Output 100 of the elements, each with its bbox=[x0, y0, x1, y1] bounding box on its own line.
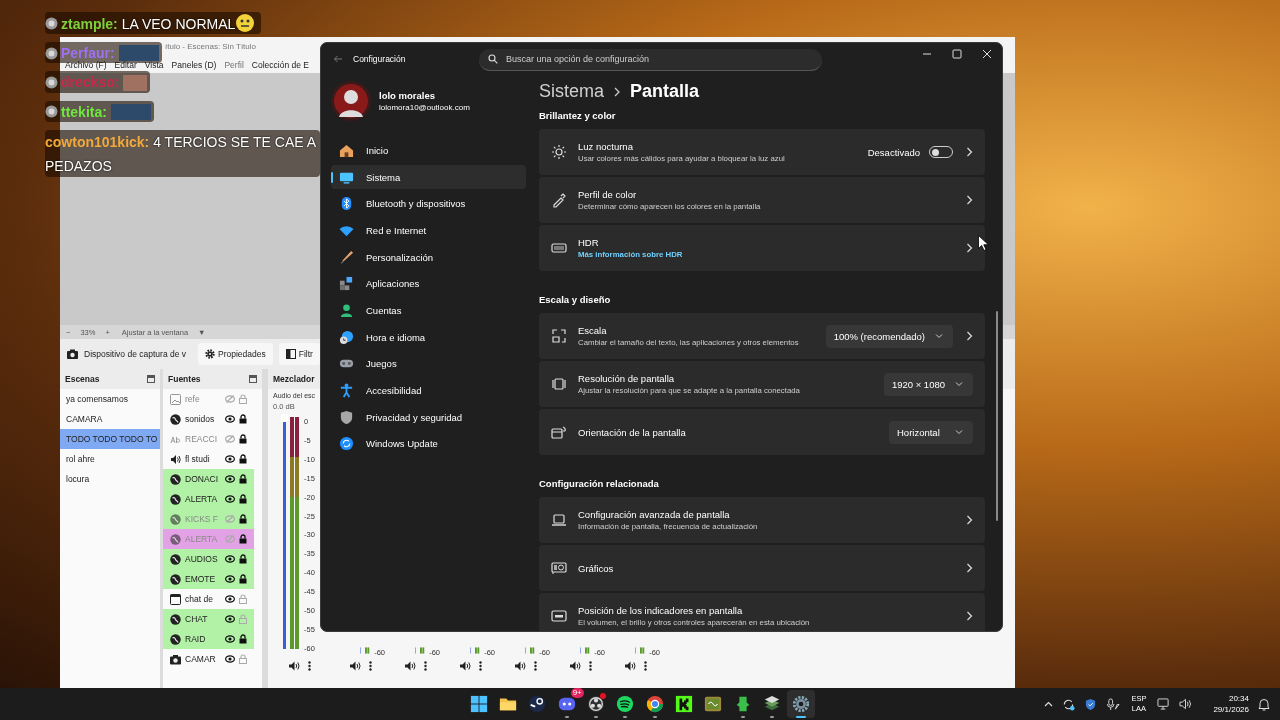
eye-icon[interactable] bbox=[225, 455, 235, 463]
eye-icon[interactable] bbox=[225, 475, 235, 483]
nav-item[interactable]: Aplicaciones bbox=[331, 271, 526, 297]
lock-icon[interactable] bbox=[239, 554, 247, 564]
source-name[interactable]: REACCI bbox=[185, 434, 221, 444]
source-name[interactable]: sonidos bbox=[185, 414, 221, 424]
search-field[interactable]: Buscar una opción de configuración bbox=[479, 48, 822, 71]
nav-item[interactable]: Personalización bbox=[331, 244, 526, 270]
nav-item[interactable]: Juegos bbox=[331, 351, 526, 377]
microphone-icon[interactable] bbox=[1106, 697, 1121, 711]
section-heading: Brillantez y color bbox=[539, 110, 617, 122]
menu-item[interactable]: Paneles (D) bbox=[171, 59, 217, 70]
more-options-icon[interactable] bbox=[479, 661, 482, 671]
eye-icon[interactable] bbox=[225, 555, 235, 563]
dropdown[interactable]: 100% (recomendado) bbox=[825, 324, 953, 348]
maximize-icon[interactable] bbox=[952, 49, 962, 59]
dropdown[interactable]: 1920 × 1080 bbox=[883, 372, 973, 396]
lock-icon[interactable] bbox=[239, 434, 247, 444]
nav-item[interactable]: Inicio bbox=[331, 138, 526, 163]
undock-icon[interactable] bbox=[147, 375, 155, 383]
sync-icon[interactable] bbox=[1062, 697, 1076, 711]
scene-item[interactable]: TODO TODO TODO TO bbox=[60, 429, 160, 449]
menu-item[interactable]: Colección de E bbox=[251, 59, 309, 70]
windows-logo-icon[interactable] bbox=[469, 695, 488, 713]
speaker-icon[interactable] bbox=[570, 661, 581, 671]
lock-icon[interactable] bbox=[239, 514, 247, 524]
source-row[interactable]: RAID bbox=[163, 629, 254, 649]
shield-icon[interactable] bbox=[1084, 697, 1098, 711]
source-row[interactable]: DONACI bbox=[163, 469, 254, 489]
scrollbar[interactable] bbox=[996, 311, 998, 521]
eye-icon[interactable] bbox=[225, 415, 235, 423]
k-logo-icon[interactable] bbox=[674, 695, 693, 713]
dropdown[interactable]: Horizontal bbox=[889, 420, 973, 444]
properties-button[interactable]: Propiedades bbox=[198, 343, 273, 365]
scene-item[interactable]: locura bbox=[60, 469, 160, 489]
speaker-icon[interactable] bbox=[1179, 698, 1193, 710]
speaker-icon[interactable] bbox=[625, 661, 636, 671]
settings-row[interactable]: Orientación de la pantalla Horizontal bbox=[539, 409, 985, 455]
chevron-up-icon[interactable] bbox=[1044, 701, 1054, 707]
nav-item[interactable]: Windows Update bbox=[331, 431, 526, 457]
more-options-icon[interactable] bbox=[424, 661, 427, 671]
nav-item[interactable]: Sistema bbox=[331, 164, 526, 190]
round-logo-icon[interactable] bbox=[528, 695, 547, 713]
source-row[interactable]: ALERTA bbox=[163, 489, 254, 509]
undock-icon[interactable] bbox=[249, 375, 257, 383]
source-name[interactable]: refe bbox=[185, 394, 221, 404]
nav-item[interactable]: Bluetooth y dispositivos bbox=[331, 191, 526, 217]
lock-icon[interactable] bbox=[239, 574, 247, 584]
volume-slider[interactable] bbox=[283, 417, 286, 649]
more-options-icon[interactable] bbox=[589, 661, 592, 671]
scene-item[interactable]: ya comensamos bbox=[60, 389, 160, 409]
lock-icon[interactable] bbox=[239, 414, 247, 424]
eye-icon[interactable] bbox=[225, 595, 235, 603]
chat-app-icon[interactable] bbox=[557, 695, 576, 713]
speaker-icon[interactable] bbox=[405, 661, 416, 671]
filters-button[interactable]: Filtr bbox=[278, 343, 320, 365]
eye-icon[interactable] bbox=[225, 575, 235, 583]
speaker-icon[interactable] bbox=[515, 661, 526, 671]
breadcrumb-link[interactable]: Sistema bbox=[539, 81, 605, 102]
speaker-icon[interactable] bbox=[289, 661, 300, 671]
nav-item[interactable]: Hora e idioma bbox=[331, 324, 526, 350]
lock-icon[interactable] bbox=[239, 534, 247, 544]
record-logo-icon[interactable] bbox=[587, 695, 606, 713]
nav-item[interactable]: Red e Internet bbox=[331, 218, 526, 243]
source-name[interactable]: chat de bbox=[185, 594, 221, 604]
source-row[interactable]: CHAT bbox=[163, 609, 254, 629]
book-stack-icon[interactable] bbox=[762, 695, 781, 713]
eye-icon[interactable] bbox=[225, 635, 235, 643]
more-options-icon[interactable] bbox=[308, 661, 311, 671]
lock-icon[interactable] bbox=[239, 454, 247, 464]
source-row[interactable]: EMOTE bbox=[163, 569, 254, 589]
scene-item[interactable]: CAMARA bbox=[60, 409, 160, 429]
more-options-icon[interactable] bbox=[644, 661, 647, 671]
eye-icon[interactable] bbox=[225, 655, 235, 663]
close-icon[interactable] bbox=[982, 49, 992, 59]
settings-row[interactable]: Gráficos bbox=[539, 545, 985, 591]
eye-icon[interactable] bbox=[225, 495, 235, 503]
speaker-icon[interactable] bbox=[350, 661, 361, 671]
sound-waves-icon[interactable] bbox=[616, 695, 635, 713]
eye-icon[interactable] bbox=[225, 615, 235, 623]
browser-icon[interactable] bbox=[645, 695, 664, 713]
source-name[interactable]: fl studi bbox=[185, 454, 221, 464]
source-row[interactable]: AUDIOS bbox=[163, 549, 254, 569]
speaker-icon[interactable] bbox=[460, 661, 471, 671]
monitor-icon[interactable] bbox=[1157, 698, 1171, 710]
scene-item[interactable]: rol ahre bbox=[60, 449, 160, 469]
lock-icon[interactable] bbox=[239, 634, 247, 644]
gear-icon[interactable] bbox=[792, 695, 811, 713]
avatar-icon[interactable] bbox=[331, 81, 371, 121]
source-name[interactable]: CAMAR bbox=[185, 654, 221, 664]
lock-icon[interactable] bbox=[239, 474, 247, 484]
nav-item[interactable]: Accesibilidad bbox=[331, 378, 526, 403]
bell-icon[interactable] bbox=[1258, 697, 1270, 711]
more-options-icon[interactable] bbox=[534, 661, 537, 671]
lock-icon[interactable] bbox=[239, 494, 247, 504]
clock-button[interactable]: 20:34 29/1/2026 bbox=[1213, 693, 1249, 715]
more-options-icon[interactable] bbox=[369, 661, 372, 671]
nav-item[interactable]: Cuentas bbox=[331, 298, 526, 323]
game-box-icon[interactable] bbox=[704, 695, 723, 713]
nav-item[interactable]: Privacidad y seguridad bbox=[331, 404, 526, 430]
